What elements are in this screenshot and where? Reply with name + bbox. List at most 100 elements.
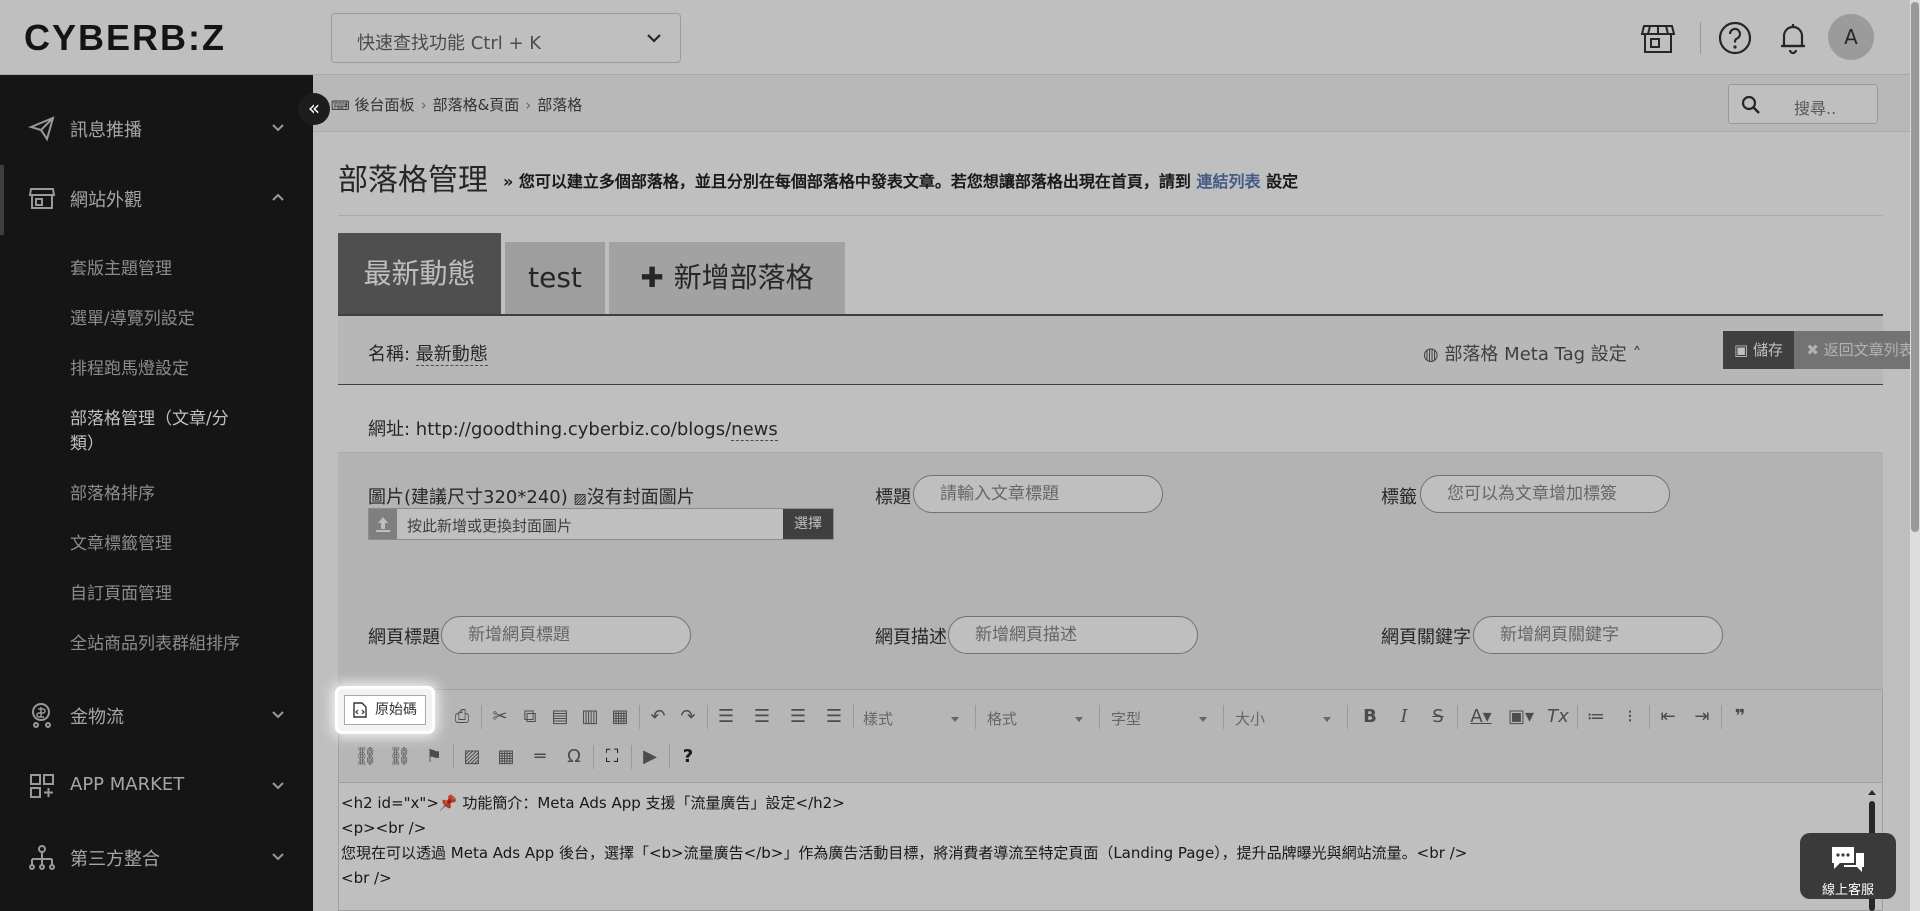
blog-name-value[interactable]: 最新動態 <box>415 344 488 366</box>
choose-file-button[interactable]: 選擇 <box>783 509 833 539</box>
italic-icon[interactable]: I <box>1391 704 1417 730</box>
avatar[interactable]: A <box>1828 14 1874 60</box>
quick-search-dropdown[interactable]: 快速查找功能 Ctrl + K <box>331 13 681 63</box>
sidebar-section-app-market[interactable]: APP MARKET <box>0 758 313 814</box>
sidebar-item-menu[interactable]: 選單/導覽列設定 <box>70 307 270 332</box>
title-input[interactable]: 請輸入文章標題 <box>913 475 1163 513</box>
outdent-icon[interactable]: ⇤ <box>1655 704 1681 730</box>
page-scrollbar[interactable] <box>1910 0 1920 911</box>
save-button[interactable]: ▣ 儲存 <box>1723 331 1794 369</box>
sidebar-item-blog-management[interactable]: 部落格管理（文章/分類） <box>70 407 245 457</box>
indent-icon[interactable]: ⇥ <box>1689 704 1715 730</box>
sidebar-section-messages[interactable]: 訊息推播 <box>0 100 313 156</box>
page-scrollbar-thumb[interactable] <box>1911 2 1919 532</box>
live-chat-button[interactable]: 線上客服 <box>1800 833 1896 899</box>
align-left-icon[interactable]: ☰ <box>713 704 739 730</box>
paste-text-icon[interactable]: ▥ <box>577 704 603 730</box>
blockquote-icon[interactable]: ❞ <box>1727 704 1753 730</box>
sidebar-item-custom-pages[interactable]: 自訂頁面管理 <box>70 582 270 607</box>
bulleted-list-icon[interactable]: ⁝ <box>1617 704 1643 730</box>
text-color-icon[interactable]: A▾ <box>1463 704 1499 730</box>
youtube-icon[interactable]: ▶ <box>637 744 663 770</box>
sidebar-section-label: APP MARKET <box>70 774 185 795</box>
align-justify-icon[interactable]: ☰ <box>821 704 847 730</box>
align-right-icon[interactable]: ☰ <box>785 704 811 730</box>
source-editor-textarea[interactable]: <h2 id="x">📌 功能簡介：Meta Ads App 支援「流量廣告」設… <box>338 783 1883 911</box>
sidebar-item-marquee[interactable]: 排程跑馬燈設定 <box>70 357 270 382</box>
bell-icon[interactable] <box>1775 20 1811 56</box>
live-chat-label: 線上客服 <box>1821 883 1874 898</box>
add-blog-tab[interactable]: ✚ 新增部落格 <box>609 242 845 314</box>
chevron-down-icon <box>647 34 661 43</box>
page-hint: » 您可以建立多個部落格，並且分別在每個部落格中發表文章。若您想讓部落格出現在首… <box>503 168 1298 192</box>
format-dropdown[interactable]: 格式 <box>987 708 1087 734</box>
meta-tag-toggle[interactable]: ◍ 部落格 Meta Tag 設定 ˄ <box>1423 340 1642 366</box>
maximize-icon[interactable]: ⛶ <box>599 744 625 770</box>
help-icon[interactable] <box>1717 20 1753 56</box>
cut-icon[interactable]: ✂ <box>487 704 513 730</box>
page-title-label: 網頁標題 <box>368 627 440 648</box>
tab-latest-news[interactable]: 最新動態 <box>338 233 501 314</box>
align-center-icon[interactable]: ☰ <box>749 704 775 730</box>
table-icon[interactable]: ▦ <box>493 744 519 770</box>
main-content: ⌨ 後台面板 › 部落格&頁面 › 部落格 搜尋.. 部落格管理 » 您可以建立多個部落… <box>313 75 1920 911</box>
divider <box>1700 22 1701 54</box>
page-desc-input[interactable]: 新增網頁描述 <box>948 616 1198 654</box>
sidebar-item-product-group-order[interactable]: 全站商品列表群組排序 <box>70 632 300 657</box>
sidebar-section-appearance[interactable]: 網站外觀 <box>0 170 313 226</box>
image-icon[interactable]: ▨ <box>459 744 485 770</box>
background-color-icon[interactable]: ▣▾ <box>1503 704 1539 730</box>
sidebar-item-article-tags[interactable]: 文章標籤管理 <box>70 532 270 557</box>
breadcrumb-item-dashboard[interactable]: 後台面板 <box>355 96 415 114</box>
source-code-button[interactable]: 原始碼 <box>344 695 426 725</box>
paste-icon[interactable]: ▤ <box>547 704 573 730</box>
anchor-flag-icon[interactable]: ⚑ <box>421 744 447 770</box>
toolbar-separator <box>1099 705 1100 729</box>
sidebar-section-third-party[interactable]: 第三方整合 <box>0 829 313 885</box>
sidebar-item-blog-order[interactable]: 部落格排序 <box>70 482 270 507</box>
toolbar-separator <box>631 745 632 769</box>
store-icon[interactable] <box>1640 20 1676 56</box>
page-title-input[interactable]: 新增網頁標題 <box>441 616 691 654</box>
image-size-label: 圖片(建議尺寸320*240) <box>368 487 568 508</box>
sidebar-collapse-button[interactable]: « <box>298 93 330 125</box>
redo-icon[interactable]: ↷ <box>675 704 701 730</box>
toolbar-separator <box>669 745 670 769</box>
storefront-icon <box>28 188 56 209</box>
preview-icon[interactable]: ⎙ <box>449 704 475 730</box>
special-char-icon[interactable]: Ω <box>561 744 587 770</box>
blog-url-prefix: http://goodthing.cyberbiz.co/blogs/ <box>415 419 732 440</box>
size-dropdown[interactable]: 大小 <box>1235 708 1335 734</box>
paste-word-icon[interactable]: ▦ <box>607 704 633 730</box>
font-dropdown-label: 字型 <box>1111 710 1142 728</box>
remove-format-icon[interactable]: Tx <box>1545 704 1571 730</box>
strikethrough-icon[interactable]: S <box>1425 704 1451 730</box>
bold-icon[interactable]: B <box>1357 704 1383 730</box>
horizontal-rule-icon[interactable]: ═ <box>527 744 553 770</box>
cover-upload-field[interactable]: 按此新增或更換封面圖片 選擇 <box>368 508 834 540</box>
page-keywords-input[interactable]: 新增網頁關鍵字 <box>1473 616 1723 654</box>
breadcrumb-item-blog-pages[interactable]: 部落格&頁面 <box>433 96 520 114</box>
blog-url-slug[interactable]: news <box>731 419 778 441</box>
breadcrumb-item-blog[interactable]: 部落格 <box>537 96 582 114</box>
logo[interactable]: CYBERB:Z <box>24 17 226 59</box>
back-to-list-button[interactable]: ✖ 返回文章列表 <box>1794 331 1920 369</box>
sidebar-item-theme[interactable]: 套版主題管理 <box>70 257 270 282</box>
sidebar-section-payment-logistics[interactable]: 金物流 <box>0 687 313 743</box>
upload-placeholder: 按此新增或更換封面圖片 <box>407 517 573 535</box>
top-bar: CYBERB:Z 快速查找功能 Ctrl + K A <box>0 0 1910 75</box>
link-list-link[interactable]: 連結列表 <box>1196 172 1260 191</box>
tab-test[interactable]: test <box>505 242 605 314</box>
style-dropdown[interactable]: 樣式 <box>863 708 963 734</box>
help-icon[interactable]: ? <box>675 744 701 770</box>
copy-icon[interactable]: ⧉ <box>517 704 543 730</box>
code-line: <h2 id="x">📌 功能簡介：Meta Ads App 支援「流量廣告」設… <box>341 794 845 812</box>
undo-icon[interactable]: ↶ <box>645 704 671 730</box>
font-dropdown[interactable]: 字型 <box>1111 708 1211 734</box>
unlink-icon[interactable]: ⛓ <box>387 744 413 770</box>
numbered-list-icon[interactable]: ≔ <box>1583 704 1609 730</box>
link-icon[interactable]: ⛓ <box>353 744 379 770</box>
tags-input[interactable]: 您可以為文章增加標簽 <box>1420 475 1670 513</box>
breadcrumb: ⌨ 後台面板 › 部落格&頁面 › 部落格 <box>331 94 582 115</box>
search-input[interactable]: 搜尋.. <box>1728 84 1878 124</box>
